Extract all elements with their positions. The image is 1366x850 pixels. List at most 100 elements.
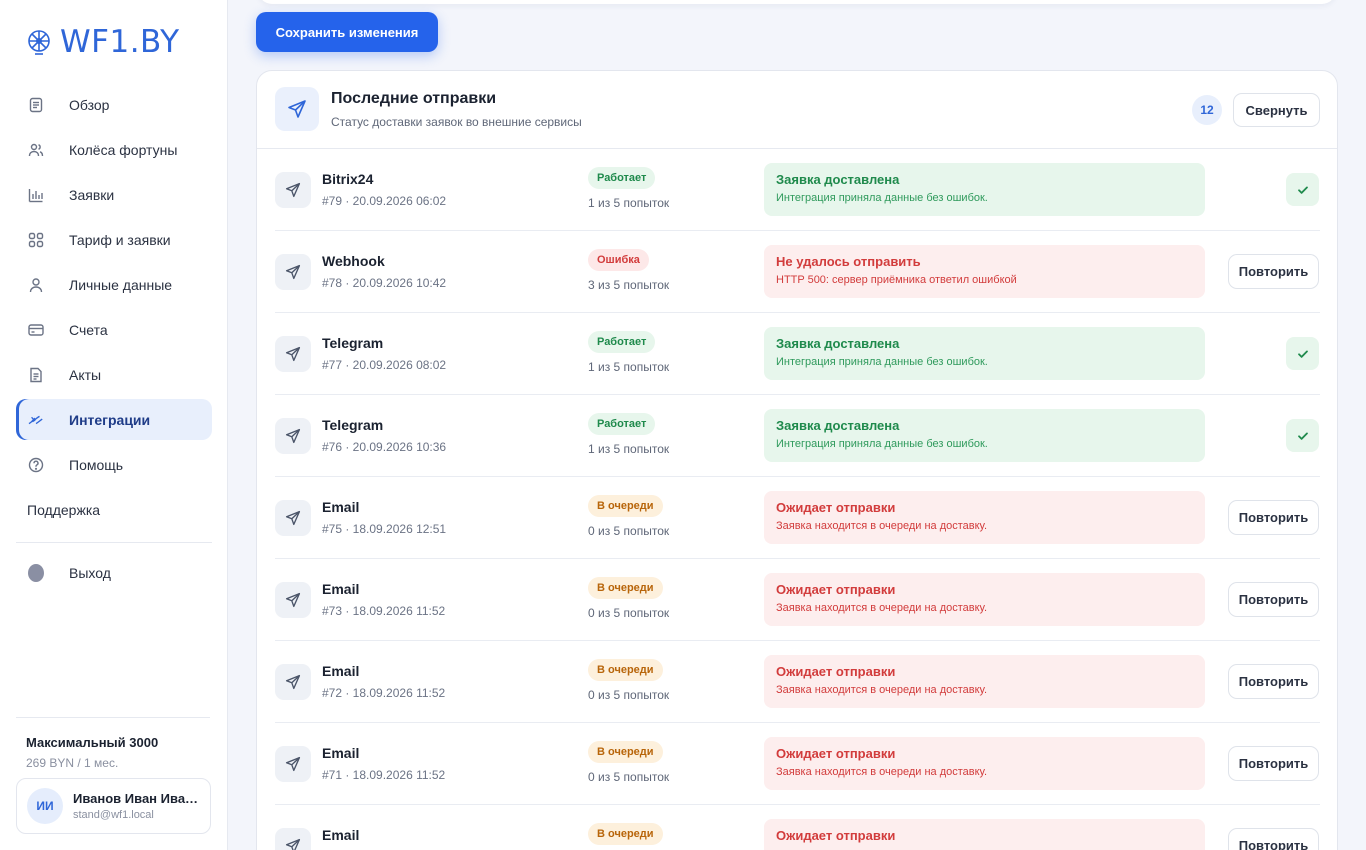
user-icon	[28, 277, 44, 293]
service-name: Email	[322, 827, 360, 843]
users-icon	[28, 142, 44, 158]
sidebar-item-label: Акты	[69, 366, 102, 383]
count-badge: 12	[1192, 95, 1222, 125]
delivery-meta: #76 · 20.09.2026 10:36	[322, 440, 447, 454]
panel-header: Последние отправки Статус доставки заяво…	[257, 71, 1337, 149]
attempts-count: 1 из 5 попыток	[588, 360, 670, 374]
delivery-row: Webhook #78 · 20.09.2026 10:42 Ошибка 3 …	[275, 231, 1320, 313]
user-info: Иванов Иван Иванович stand@wf1.local	[73, 791, 203, 821]
card-icon	[28, 322, 44, 338]
status-badge: В очереди	[588, 577, 663, 599]
status-badge: Работает	[588, 167, 656, 189]
status-badge: В очереди	[588, 741, 663, 763]
sidebar: WF1.BY Обзор Колёса фортуны Заявки Тариф…	[0, 0, 228, 850]
delivery-meta: #73 · 18.09.2026 11:52	[322, 604, 446, 618]
delivery-message: Заявка доставлена Интеграция приняла дан…	[764, 163, 1205, 216]
deliveries-list: Bitrix24 #79 · 20.09.2026 06:02 Работает…	[275, 149, 1320, 850]
message-description: HTTP 500: сервер приёмника ответил ошибк…	[776, 274, 1017, 286]
attempts-count: 0 из 5 попыток	[588, 770, 670, 784]
attempts-count: 0 из 5 попыток	[588, 524, 670, 538]
user-email: stand@wf1.local	[73, 809, 154, 821]
plan-divider	[16, 717, 210, 718]
retry-button[interactable]: Повторить	[1228, 500, 1319, 535]
delivery-message: Заявка доставлена Интеграция приняла дан…	[764, 409, 1205, 462]
delivery-message: Ожидает отправки Заявка находится в очер…	[764, 655, 1205, 708]
send-icon	[275, 746, 311, 782]
top-card-edge	[228, 0, 1366, 6]
logo[interactable]: WF1.BY	[26, 24, 180, 60]
sidebar-item-logout[interactable]: Выход	[16, 552, 212, 593]
sidebar-item-support[interactable]: Поддержка	[16, 489, 212, 530]
sidebar-item-tariff[interactable]: Тариф и заявки	[16, 219, 212, 260]
message-title: Заявка доставлена	[776, 418, 900, 433]
sidebar-nav: Обзор Колёса фортуны Заявки Тариф и заяв…	[16, 84, 212, 597]
service-name: Telegram	[322, 417, 384, 433]
message-title: Ожидает отправки	[776, 582, 896, 597]
retry-button[interactable]: Повторить	[1228, 582, 1319, 617]
wheel-logo-icon	[26, 29, 52, 55]
delivery-message: Не удалось отправить HTTP 500: сервер пр…	[764, 245, 1205, 298]
sidebar-item-integrations[interactable]: Интеграции	[16, 399, 212, 440]
check-icon	[1286, 337, 1319, 370]
delivery-meta: #72 · 18.09.2026 11:52	[322, 686, 446, 700]
retry-button[interactable]: Повторить	[1228, 664, 1319, 699]
sidebar-item-requests[interactable]: Заявки	[16, 174, 212, 215]
delivery-meta: #71 · 18.09.2026 11:52	[322, 768, 446, 782]
delivery-message: Ожидает отправки Заявка находится в очер…	[764, 491, 1205, 544]
service-name: Email	[322, 499, 360, 515]
delivery-meta: #75 · 18.09.2026 12:51	[322, 522, 447, 536]
status-badge: В очереди	[588, 823, 663, 845]
delivery-meta: #79 · 20.09.2026 06:02	[322, 194, 447, 208]
delivery-row: Email #71 · 18.09.2026 11:52 В очереди 0…	[275, 723, 1320, 805]
sidebar-item-overview[interactable]: Обзор	[16, 84, 212, 125]
grid-icon	[28, 232, 44, 248]
sidebar-item-invoices[interactable]: Счета	[16, 309, 212, 350]
message-description: Интеграция приняла данные без ошибок.	[776, 192, 988, 204]
sidebar-item-label: Заявки	[69, 186, 115, 203]
message-description: Заявка находится в очереди на доставку.	[776, 766, 988, 778]
sidebar-item-profile[interactable]: Личные данные	[16, 264, 212, 305]
service-name: Webhook	[322, 253, 385, 269]
delivery-row: Email #72 · 18.09.2026 11:52 В очереди 0…	[275, 641, 1320, 723]
delivery-row: Telegram #77 · 20.09.2026 08:02 Работает…	[275, 313, 1320, 395]
plan-name: Максимальный 3000	[26, 735, 159, 750]
retry-button[interactable]: Повторить	[1228, 828, 1319, 850]
save-changes-button[interactable]: Сохранить изменения	[256, 12, 438, 52]
user-card[interactable]: ИИ Иванов Иван Иванович stand@wf1.local	[16, 778, 211, 834]
send-icon	[275, 87, 319, 131]
message-description: Заявка находится в очереди на доставку.	[776, 602, 988, 614]
sidebar-item-acts[interactable]: Акты	[16, 354, 212, 395]
attempts-count: 0 из 5 попыток	[588, 606, 670, 620]
attempts-count: 0 из 5 попыток	[588, 688, 670, 702]
recent-deliveries-panel: Последние отправки Статус доставки заяво…	[256, 70, 1338, 850]
message-description: Заявка находится в очереди на доставку.	[776, 684, 988, 696]
collapse-button[interactable]: Свернуть	[1233, 93, 1320, 127]
delivery-message: Ожидает отправки Заявка находится в очер…	[764, 573, 1205, 626]
attempts-count: 1 из 5 попыток	[588, 196, 670, 210]
status-badge: Работает	[588, 413, 656, 435]
sidebar-item-label: Помощь	[69, 456, 124, 473]
check-icon	[1286, 419, 1319, 452]
service-name: Telegram	[322, 335, 384, 351]
link-icon	[28, 412, 44, 428]
send-icon	[275, 828, 311, 850]
sidebar-item-help[interactable]: Помощь	[16, 444, 212, 485]
send-icon	[275, 500, 311, 536]
delivery-meta: #78 · 20.09.2026 10:42	[322, 276, 447, 290]
delivery-row: Telegram #76 · 20.09.2026 10:36 Работает…	[275, 395, 1320, 477]
sidebar-item-label: Выход	[69, 564, 111, 581]
message-title: Заявка доставлена	[776, 172, 900, 187]
panel-title: Последние отправки	[331, 90, 497, 107]
retry-button[interactable]: Повторить	[1228, 254, 1319, 289]
delivery-message: Ожидает отправки Заявка находится в очер…	[764, 737, 1205, 790]
sidebar-item-wheels[interactable]: Колёса фортуны	[16, 129, 212, 170]
sidebar-item-label: Обзор	[69, 96, 110, 113]
retry-button[interactable]: Повторить	[1228, 746, 1319, 781]
send-icon	[275, 664, 311, 700]
send-icon	[275, 254, 311, 290]
attempts-count: 1 из 5 попыток	[588, 442, 670, 456]
sidebar-item-label: Колёса фортуны	[69, 141, 178, 158]
delivery-message: Заявка доставлена Интеграция приняла дан…	[764, 327, 1205, 380]
message-title: Не удалось отправить	[776, 254, 921, 269]
service-name: Bitrix24	[322, 171, 374, 187]
